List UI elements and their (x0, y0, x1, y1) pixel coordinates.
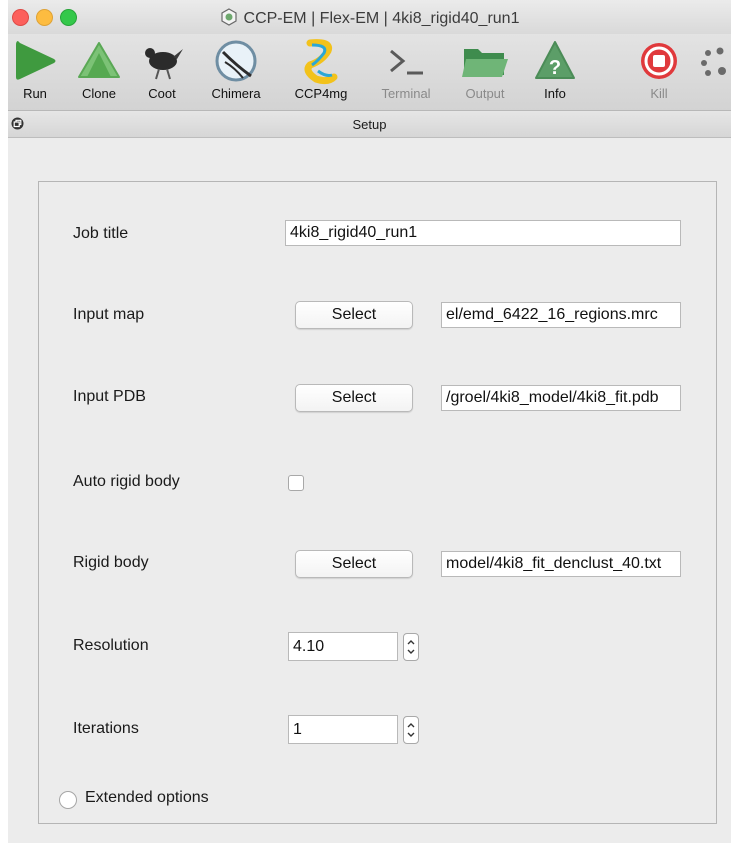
toolbar-chimera-button[interactable]: Chimera (206, 36, 266, 101)
toolbar-run-button[interactable]: Run (11, 36, 59, 101)
toolbar-overflow-button[interactable] (698, 36, 731, 86)
toolbar-info-label: Info (544, 86, 566, 101)
iterations-label: Iterations (73, 720, 139, 737)
extended-options-label: Extended options (85, 789, 209, 806)
rigid-body-label: Rigid body (73, 554, 149, 571)
toolbar-kill-button[interactable]: Kill (635, 36, 683, 101)
title-bar: CCP-EM | Flex-EM | 4ki8_rigid40_run1 (8, 0, 731, 34)
coot-bird-icon (138, 36, 186, 86)
window-title-group: CCP-EM | Flex-EM | 4ki8_rigid40_run1 (8, 8, 731, 31)
toolbar-kill-label: Kill (650, 86, 668, 101)
folder-icon (456, 36, 514, 86)
toolbar-output-button[interactable]: Output (456, 36, 514, 101)
rigid-body-select-button[interactable]: Select (295, 550, 413, 578)
info-question-icon: ? (531, 36, 579, 86)
auto-rigid-body-checkbox[interactable] (288, 475, 304, 491)
app-window: CCP-EM | Flex-EM | 4ki8_rigid40_run1 Run… (8, 0, 731, 843)
iterations-spinbox[interactable]: 1 (288, 715, 398, 744)
toolbar-terminal-label: Terminal (381, 86, 431, 101)
kill-stop-icon (635, 36, 683, 86)
clone-icon (73, 36, 125, 86)
toolbar-info-button[interactable]: ? Info (531, 36, 579, 101)
input-pdb-path-field[interactable]: /groel/4ki8_model/4ki8_fit.pdb (441, 385, 681, 411)
toolbar-clone-button[interactable]: Clone (73, 36, 125, 101)
resolution-label: Resolution (73, 637, 149, 654)
toolbar-coot-button[interactable]: Coot (138, 36, 186, 101)
terminal-icon (374, 36, 438, 86)
toolbar-coot-label: Coot (148, 86, 176, 101)
svg-text:?: ? (549, 57, 561, 79)
setup-dock-header: Setup (8, 111, 731, 138)
toolbar-clone-label: Clone (82, 86, 116, 101)
job-title-label: Job title (73, 225, 129, 242)
input-pdb-select-button[interactable]: Select (295, 384, 413, 412)
resolution-stepper[interactable] (403, 633, 419, 661)
ccp4mg-icon (284, 36, 358, 86)
extended-options-radio[interactable] (59, 791, 77, 809)
setup-form-panel: Job title 4ki8_rigid40_run1 Input map Se… (38, 181, 717, 824)
rigid-body-path-field[interactable]: model/4ki8_fit_denclust_40.txt (441, 551, 681, 577)
toolbar-ccp4mg-button[interactable]: CCP4mg (284, 36, 358, 101)
spinner-dots-icon (698, 36, 731, 86)
stepper-arrows-icon (407, 640, 415, 654)
run-play-icon (11, 36, 59, 86)
setup-caption: Setup (352, 117, 387, 132)
chimera-icon (206, 36, 266, 86)
stepper-arrows-icon (407, 723, 415, 737)
toolbar-ccp4mg-label: CCP4mg (294, 86, 348, 101)
toolbar-output-label: Output (465, 86, 505, 101)
toolbar-terminal-button[interactable]: Terminal (374, 36, 438, 101)
input-map-path-field[interactable]: el/emd_6422_16_regions.mrc (441, 302, 681, 328)
auto-rigid-body-label: Auto rigid body (73, 473, 180, 490)
window-title: CCP-EM | Flex-EM | 4ki8_rigid40_run1 (243, 10, 520, 27)
iterations-stepper[interactable] (403, 716, 419, 744)
input-pdb-label: Input PDB (73, 388, 146, 405)
toolbar-chimera-label: Chimera (211, 86, 261, 101)
input-map-label: Input map (73, 306, 145, 323)
toolbar-run-label: Run (23, 86, 47, 101)
ccpem-hexagon-icon (220, 8, 238, 31)
job-title-input[interactable]: 4ki8_rigid40_run1 (285, 220, 681, 246)
input-map-select-button[interactable]: Select (295, 301, 413, 329)
resolution-spinbox[interactable]: 4.10 (288, 632, 398, 661)
toolbar: Run Clone Coot Chimera CCP4mg Terminal O… (8, 34, 731, 111)
